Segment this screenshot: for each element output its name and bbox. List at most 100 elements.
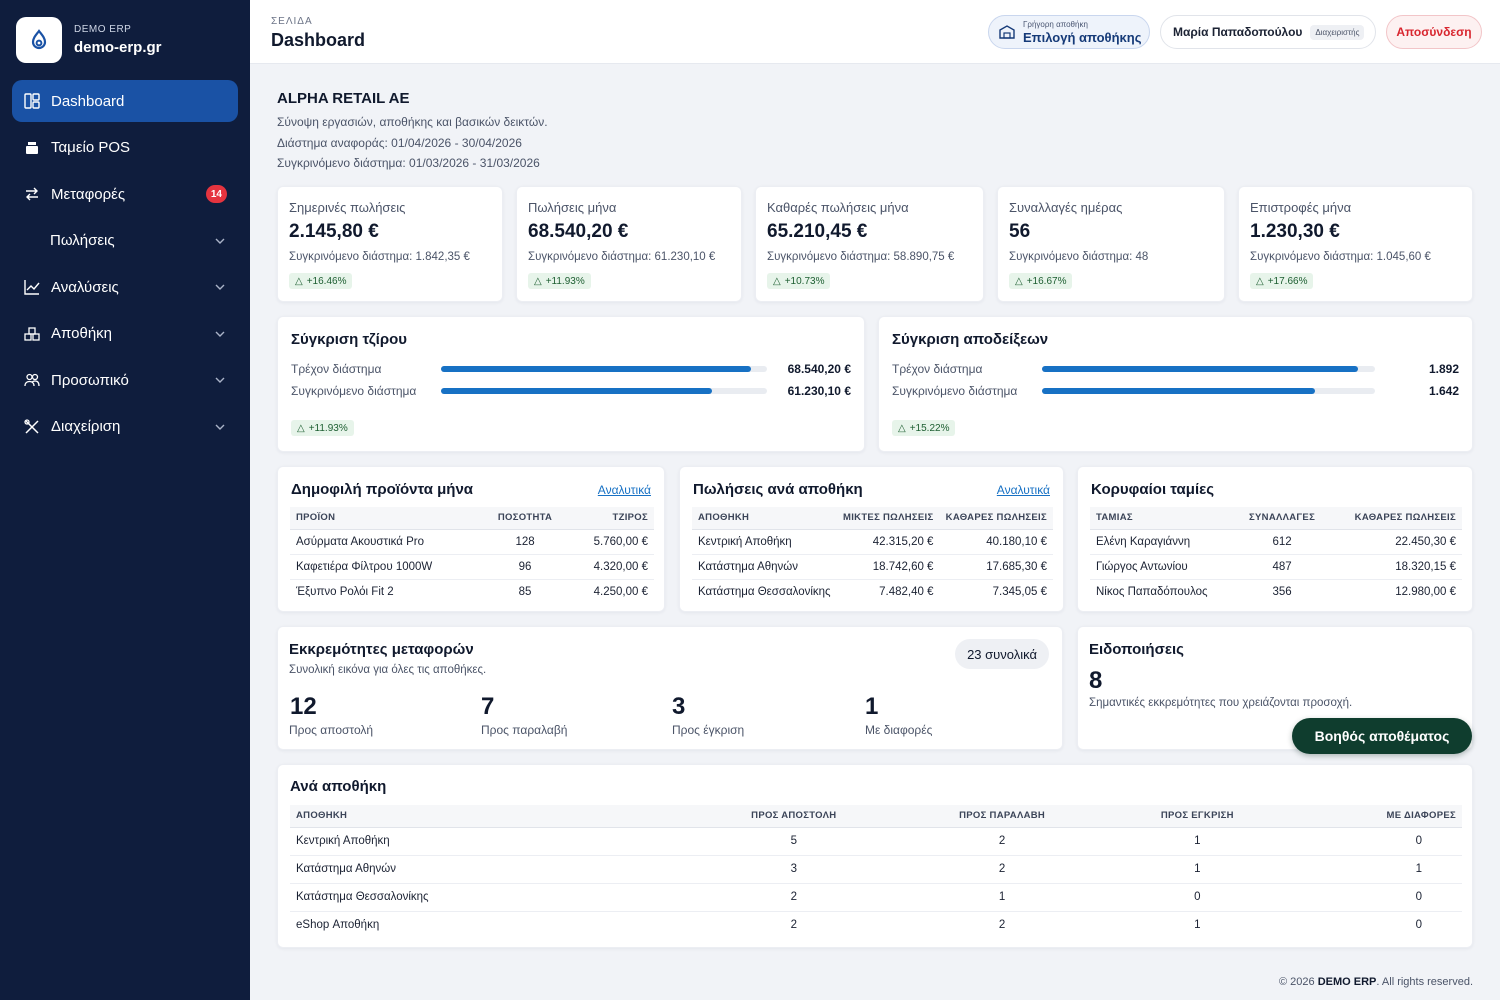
turnover-comparison-card: Σύγκριση τζίρου Τρέχον διάστημα 68.540,2… [277,316,865,452]
kpi-card-returns: Επιστροφές μήνα 1.230,30 € Συγκρινόμενο … [1238,186,1473,302]
table-row: Κεντρική Αποθήκη 5 2 1 0 [290,827,1462,856]
table-cell: Καφετιέρα Φίλτρου 1000W [290,554,483,580]
sidebar-item-label: Πωλήσεις [50,232,115,249]
bar-fill [441,388,712,394]
logout-button[interactable]: Αποσύνδεση [1386,15,1482,49]
section-title: Κορυφαίοι ταμίες [1091,481,1215,498]
table-cell: 40.180,10 € [939,529,1053,555]
bar-label: Τρέχον διάστημα [291,362,382,376]
kpi-value: 56 [1009,221,1031,242]
kpi-delta-value: +10.73% [784,275,825,287]
kpi-card-today-sales: Σημερινές πωλήσεις 2.145,80 € Συγκρινόμε… [277,186,503,302]
sidebar-item-staff[interactable]: Προσωπικό [12,359,238,401]
sidebar-item-sales[interactable]: Πωλήσεις [12,220,238,262]
bar-track [441,366,767,372]
pending-to-send-count: 12 [290,693,317,720]
table-cell: 96 [482,554,569,580]
table-cell: 7.345,05 € [992,585,1047,598]
table-row: Ελένη Καραγιάννη 612 22.450,30 € [1090,529,1462,555]
transfer-icon [23,185,41,203]
table-cell: Κατάστημα Θεσσαλονίκης [290,883,690,912]
sidebar-nav: Dashboard Ταμείο POS Μεταφορές 14 Πωλήσε… [0,80,250,448]
table-cell: 1 [1288,855,1462,884]
table-cell: 0 [1288,827,1462,856]
footer-brand: DEMO ERP [1317,976,1377,988]
sidebar-item-label: Dashboard [51,92,125,110]
section-title: Ειδοποιήσεις [1089,641,1184,658]
kpi-compare: Συγκρινόμενο διάστημα: 48 [1009,251,1149,263]
triangle-up-icon: △ [534,275,542,287]
table-cell: eShop Αποθήκη [296,919,380,932]
user-role-badge: Διαχειριστής [1310,24,1365,40]
top-products-table: ΠΡΟΪΟΝ ΠΟΣΟΤΗΤΑ ΤΖΙΡΟΣ Ασύρματα Ακουστικ… [290,507,654,604]
section-title: Πωλήσεις ανά αποθήκη [693,481,863,498]
table-cell: 18.320,15 € [1328,554,1462,580]
company-subtitle: Σύνοψη εργασιών, αποθήκης και βασικών δε… [277,115,548,129]
top-products-details-link[interactable]: Αναλυτικά [598,483,651,497]
table-cell: Κατάστημα Θεσσαλονίκης [698,585,831,598]
table-row: Κεντρική Αποθήκη 42.315,20 € 40.180,10 € [692,529,1053,555]
table-cell: 17.685,30 € [939,554,1053,580]
kpi-label: Σημερινές πωλήσεις [289,200,406,215]
bar-label: Συγκρινόμενο διάστημα [892,384,1018,398]
brand-name: demo-erp.gr [74,39,162,56]
table-cell: 12.980,00 € [1395,585,1456,598]
brand-tagline: DEMO ERP [74,24,132,35]
brand[interactable]: DEMO ERP demo-erp.gr [0,0,250,80]
cash-register-icon [23,139,41,157]
kpi-label: Συναλλαγές ημέρας [1009,200,1123,215]
footer-copyright: © 2026 [1279,976,1315,988]
kpi-delta-badge: △ +16.67% [1009,273,1073,289]
kpi-compare: Συγκρινόμενο διάστημα: 1.045,60 € [1250,251,1431,263]
bar-fill [1042,388,1316,394]
sidebar-item-analytics[interactable]: Αναλύσεις [12,266,238,308]
kpi-compare: Συγκρινόμενο διάστημα: 61.230,10 € [528,251,716,263]
bar-value: 1.892 [1428,362,1459,376]
table-row: Κατάστημα Αθηνών 3 2 1 1 [290,855,1462,884]
sales-by-warehouse-details-link[interactable]: Αναλυτικά [997,483,1050,497]
sidebar-item-pos[interactable]: Ταμείο POS [12,127,238,169]
pending-to-send-label: Προς αποστολή [289,723,374,737]
bar-value: 61.230,10 € [787,384,851,398]
kpi-delta-badge: △ +17.66% [1250,273,1314,289]
boxes-icon [23,325,41,343]
column-header: ΤΖΙΡΟΣ [568,507,654,530]
per-warehouse-table: ΑΠΟΘΗΚΗ ΠΡΟΣ ΑΠΟΣΤΟΛΗ ΠΡΟΣ ΠΑΡΑΛΑΒΗ ΠΡΟΣ… [290,805,1462,939]
section-title: Σύγκριση τζίρου [291,331,408,348]
sales-by-warehouse-card: Πωλήσεις ανά αποθήκη Αναλυτικά ΑΠΟΘΗΚΗ Μ… [679,466,1064,612]
column-header: ΚΑΘΑΡΕΣ ΠΩΛΗΣΕΙΣ [1328,507,1462,530]
table-cell: 7.482,40 € [879,585,934,598]
table-cell: 0 [1415,919,1422,932]
table-cell: Κατάστημα Αθηνών [290,855,690,884]
warehouse-select-button[interactable]: Γρήγορη αποθήκη Επιλογή αποθήκης [988,15,1150,49]
user-menu[interactable]: Μαρία Παπαδοπούλου Διαχειριστής [1160,15,1376,49]
user-name: Μαρία Παπαδοπούλου [1173,25,1303,39]
table-cell: 1 [1194,919,1201,932]
triangle-up-icon: △ [295,275,303,287]
section-title: Εκκρεμότητες μεταφορών [289,641,474,658]
sidebar-item-admin[interactable]: Διαχείριση [12,406,238,448]
pending-to-approve-label: Προς έγκριση [672,723,745,737]
table-cell: 85 [518,585,532,598]
brand-logo-icon [16,17,62,63]
triangle-up-icon: △ [1256,275,1264,287]
stock-assistant-button[interactable]: Βοηθός αποθέματος [1292,718,1472,754]
sidebar-item-transfers[interactable]: Μεταφορές 14 [12,173,238,215]
notifications-count: 8 [1089,667,1103,694]
column-header: ΜΕ ΔΙΑΦΟΡΕΣ [1288,805,1462,828]
page-title: Dashboard [271,30,366,50]
column-header: ΠΡΟΣ ΕΓΚΡΙΣΗ [1106,805,1289,828]
triangle-up-icon: △ [898,422,906,434]
bar-value: 68.540,20 € [787,362,851,376]
bar-row-current: Τρέχον διάστημα 1.892 [892,361,1459,377]
table-cell: 487 [1235,554,1329,580]
section-title: Δημοφιλή προϊόντα μήνα [291,481,474,498]
kpi-compare: Συγκρινόμενο διάστημα: 58.890,75 € [767,251,955,263]
pending-to-receive-count: 7 [481,693,495,720]
sidebar-item-dashboard[interactable]: Dashboard [12,80,238,122]
table-row: Κατάστημα Θεσσαλονίκης 2 1 0 0 [290,883,1462,912]
bar-track [1042,388,1375,394]
sidebar-item-warehouse[interactable]: Αποθήκη [12,313,238,355]
table-cell: 4.250,00 € [593,585,648,598]
table-row: eShop Αποθήκη 2 2 1 0 [290,911,1462,939]
